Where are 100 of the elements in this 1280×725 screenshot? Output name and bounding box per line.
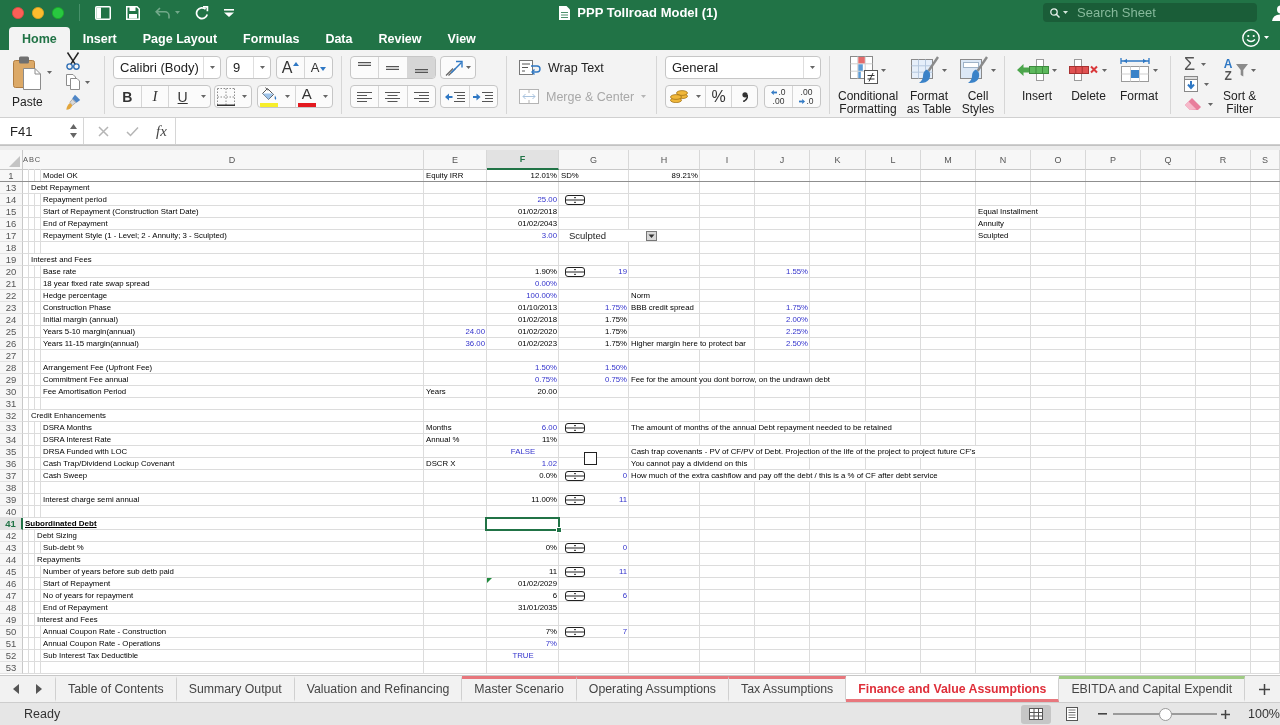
caret-icon[interactable] <box>200 95 206 98</box>
caret-icon[interactable] <box>46 71 52 74</box>
caret-icon[interactable] <box>1052 68 1057 72</box>
row-header[interactable]: 14 <box>0 194 23 206</box>
shrink-font-button[interactable]: A <box>304 57 332 78</box>
column-header[interactable]: I <box>700 150 755 170</box>
conditional-formatting-button[interactable]: Conditional Formatting <box>838 56 899 115</box>
autosum-button[interactable]: Σ <box>1184 56 1196 72</box>
spin-button[interactable] <box>565 567 585 577</box>
minus-icon[interactable] <box>1098 713 1107 715</box>
spin-button[interactable] <box>565 495 585 505</box>
caret-icon[interactable] <box>695 95 701 98</box>
percent-button[interactable]: % <box>705 86 731 107</box>
row-header[interactable]: 16 <box>0 218 23 230</box>
selected-cell[interactable] <box>485 517 560 531</box>
row-header[interactable]: 20 <box>0 266 23 278</box>
spin-button[interactable] <box>565 195 585 205</box>
search-input[interactable]: Search Sheet <box>1077 4 1257 21</box>
row-header[interactable]: 21 <box>0 278 23 290</box>
checkbox[interactable] <box>584 451 597 465</box>
column-header[interactable]: P <box>1086 150 1141 170</box>
fill-handle[interactable] <box>556 527 562 533</box>
caret-icon[interactable] <box>942 68 947 72</box>
spin-button[interactable] <box>565 267 585 277</box>
ribbon-tab[interactable]: Insert <box>69 27 130 50</box>
search-field[interactable]: Search Sheet <box>1043 3 1257 22</box>
name-box[interactable]: F41 <box>0 118 84 144</box>
column-header[interactable]: H <box>629 150 700 170</box>
row-header[interactable]: 30 <box>0 386 23 398</box>
caret-icon[interactable] <box>991 68 996 72</box>
format-as-table-button[interactable]: Format as Table <box>906 56 952 115</box>
spin-button[interactable] <box>565 627 585 637</box>
row-header[interactable]: 1 <box>0 170 23 182</box>
plus-icon[interactable] <box>1259 683 1270 695</box>
column-header[interactable]: R <box>1196 150 1251 170</box>
column-header[interactable]: L <box>866 150 921 170</box>
ribbon-tab[interactable]: Data <box>312 27 366 50</box>
arrow-left-icon[interactable] <box>13 684 19 694</box>
sheet-tab[interactable]: Finance and Value Assumptions <box>846 676 1060 702</box>
circular-arrow-icon[interactable] <box>195 5 209 20</box>
row-header[interactable]: 39 <box>0 494 23 506</box>
column-header[interactable]: O <box>1031 150 1086 170</box>
insert-button[interactable]: Insert <box>1017 56 1057 103</box>
italic-button[interactable]: I <box>140 86 169 107</box>
row-header[interactable]: 33 <box>0 422 23 434</box>
row-header[interactable]: 31 <box>0 398 23 410</box>
spin-button[interactable] <box>565 591 585 601</box>
row-header[interactable]: 37 <box>0 470 23 482</box>
caret-icon[interactable] <box>1264 36 1269 39</box>
ribbon-tab[interactable]: Page Layout <box>129 27 231 50</box>
dotted-grid-icon[interactable] <box>217 87 235 106</box>
ribbon-tab[interactable]: Review <box>365 27 435 50</box>
caret-icon[interactable] <box>1201 62 1207 66</box>
column-header[interactable]: E <box>424 150 487 170</box>
caret-icon[interactable] <box>1063 11 1068 14</box>
paste-button[interactable]: Paste <box>8 56 43 109</box>
row-header[interactable]: 40 <box>0 506 23 518</box>
caret-icon[interactable] <box>881 68 886 72</box>
column-header[interactable]: N <box>976 150 1031 170</box>
column-header[interactable]: K <box>810 150 866 170</box>
caret-icon[interactable] <box>466 66 471 69</box>
row-header[interactable]: 13 <box>0 182 23 194</box>
caret-icon[interactable] <box>259 66 265 69</box>
row-header[interactable]: 24 <box>0 314 23 326</box>
caret-icon[interactable] <box>1208 102 1213 106</box>
caret-icon[interactable] <box>1152 68 1158 72</box>
row-header[interactable]: 22 <box>0 290 23 302</box>
check-icon[interactable] <box>126 125 139 137</box>
row-header[interactable]: 44 <box>0 554 23 566</box>
row-header[interactable]: 35 <box>0 446 23 458</box>
caret-icon[interactable] <box>285 95 290 98</box>
normal-view-button[interactable] <box>1021 704 1051 724</box>
caret-icon[interactable] <box>809 66 815 69</box>
row-header[interactable]: 49 <box>0 614 23 626</box>
spin-button[interactable] <box>565 423 585 433</box>
caret-icon[interactable] <box>1204 82 1209 86</box>
plus-icon[interactable] <box>1221 709 1230 719</box>
decrease-decimal-button[interactable]: .00 .0 <box>792 86 820 107</box>
column-header[interactable]: J <box>755 150 810 170</box>
pages-icon[interactable] <box>65 74 80 90</box>
row-header[interactable]: 52 <box>0 650 23 662</box>
arrow-right-icon[interactable] <box>36 684 42 694</box>
number-format-dropdown[interactable]: General <box>665 56 821 79</box>
caret-icon[interactable] <box>84 80 90 84</box>
caret-icon[interactable] <box>322 95 328 98</box>
underline-button[interactable]: U <box>168 86 196 107</box>
maximize-icon[interactable] <box>52 6 64 19</box>
bottom-align-button[interactable] <box>406 57 435 78</box>
wrap-text-button[interactable]: Wrap Text <box>515 56 648 79</box>
smiley-icon[interactable] <box>1242 28 1260 47</box>
increase-decimal-button[interactable]: .0 .00 <box>765 86 792 107</box>
scissors-icon[interactable] <box>65 52 80 70</box>
row-header[interactable]: 19 <box>0 254 23 266</box>
row-header[interactable]: 25 <box>0 326 23 338</box>
insert-function-button[interactable]: fx <box>156 122 167 140</box>
minimize-icon[interactable] <box>32 6 44 19</box>
slider-thumb[interactable] <box>1158 707 1172 721</box>
row-header[interactable]: 29 <box>0 374 23 386</box>
caret-icon[interactable] <box>224 8 234 17</box>
row-header[interactable]: 32 <box>0 410 23 422</box>
